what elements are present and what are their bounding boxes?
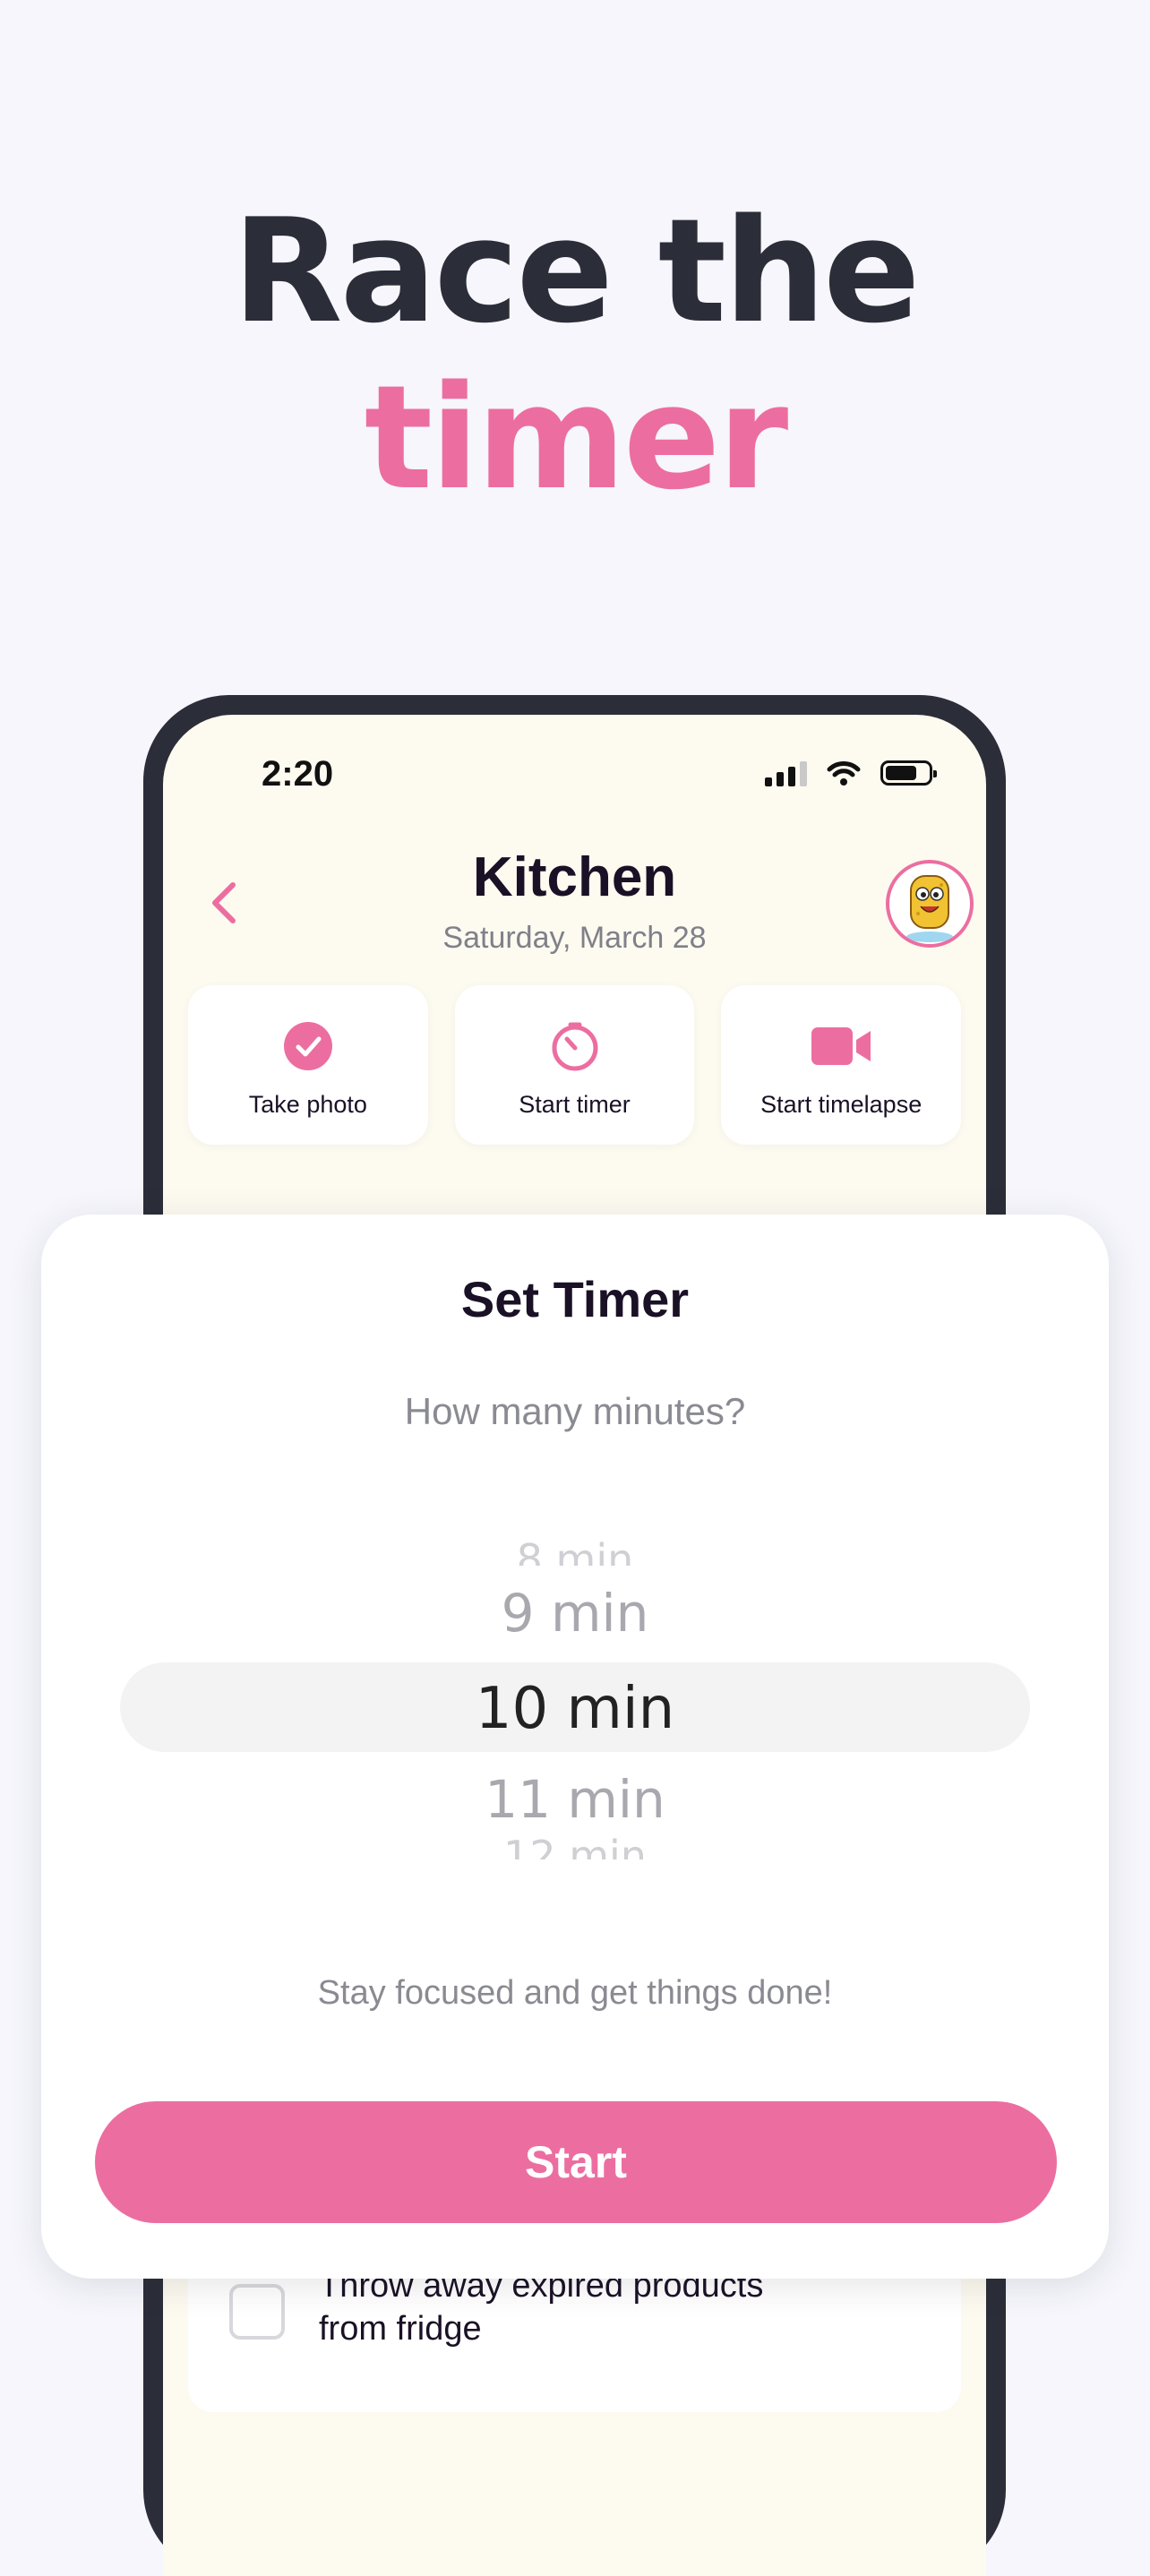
task-checkbox[interactable] [229, 2284, 285, 2340]
start-timelapse-label: Start timelapse [760, 1091, 923, 1118]
start-timer-button[interactable]: Start timer [454, 985, 695, 1145]
take-photo-label: Take photo [248, 1091, 367, 1118]
headline-line-2: timer [364, 354, 788, 521]
picker-option-selected[interactable]: 10 min [41, 1675, 1109, 1743]
status-icons [765, 760, 937, 786]
motivation-text: Stay focused and get things done! [317, 1974, 833, 2012]
quick-actions: Take photo Start timer Start timelapse [188, 985, 962, 1145]
wifi-icon [827, 761, 861, 786]
avatar[interactable] [886, 860, 974, 948]
take-photo-button[interactable]: Take photo [188, 985, 428, 1145]
video-camera-icon [811, 1027, 871, 1065]
start-timer-label: Start timer [519, 1091, 631, 1118]
start-button[interactable]: Start [95, 2101, 1057, 2223]
picker-option[interactable]: 11 min [41, 1768, 1109, 1831]
headline: Race the timer [0, 188, 1150, 521]
sheet-title: Set Timer [460, 1271, 690, 1327]
sheet-subtitle: How many minutes? [404, 1390, 746, 1432]
picker-option[interactable]: 9 min [41, 1582, 1109, 1644]
set-timer-sheet: Set Timer How many minutes? 8 min 9 min … [41, 1215, 1109, 2279]
start-timelapse-button[interactable]: Start timelapse [721, 985, 962, 1145]
picker-option[interactable]: 12 min [41, 1829, 1109, 1859]
picker-option[interactable]: 8 min [41, 1530, 1109, 1566]
timer-icon [552, 1022, 597, 1071]
page-title: Kitchen [472, 846, 677, 908]
minutes-picker[interactable]: 8 min 9 min 10 min 11 min 12 min [41, 1510, 1109, 1859]
cellular-signal-icon [765, 760, 807, 786]
sponge-mascot-icon [906, 875, 953, 942]
page-date: Saturday, March 28 [442, 921, 707, 955]
battery-icon [880, 760, 937, 786]
check-circle-icon [283, 1022, 332, 1070]
status-time: 2:20 [262, 754, 334, 794]
headline-line-1: Race the [232, 187, 920, 355]
